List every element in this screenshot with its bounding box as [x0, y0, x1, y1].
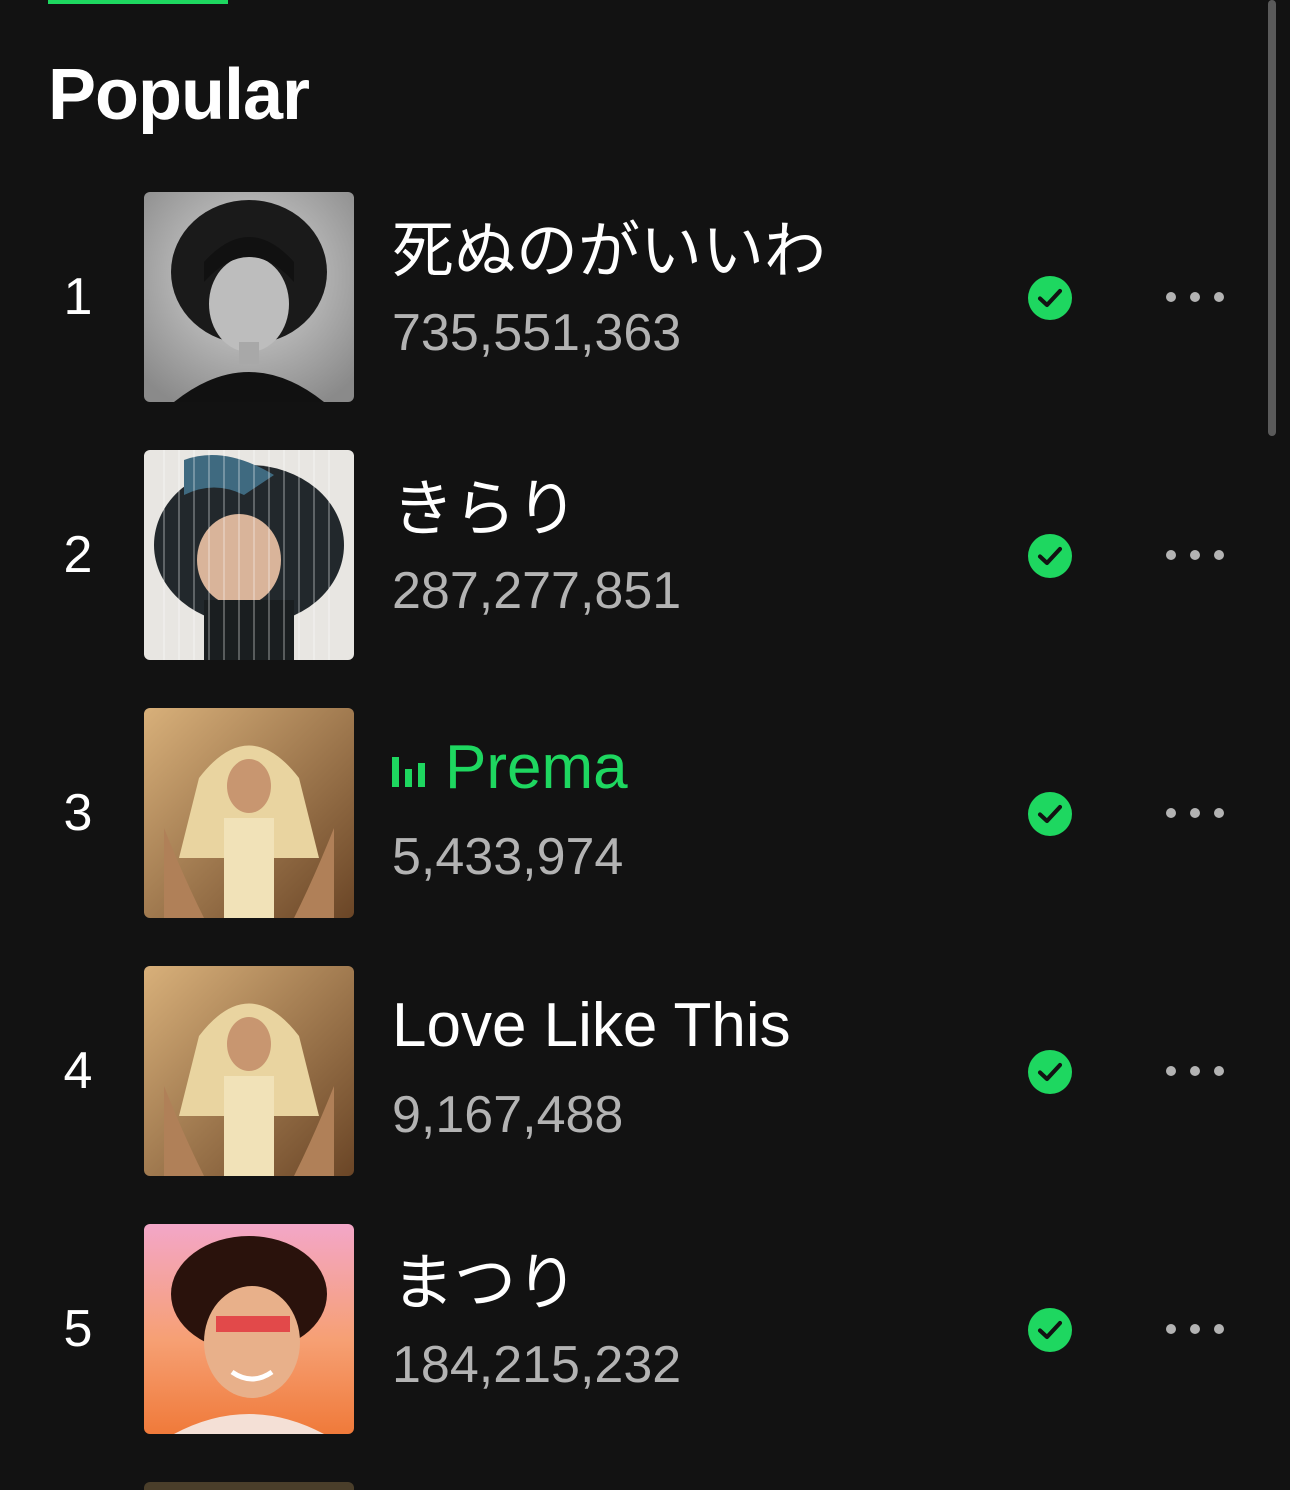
track-rank: 2 [63, 526, 93, 584]
more-options-button[interactable] [1150, 272, 1240, 322]
track-play-count: 184,215,232 [392, 1336, 682, 1394]
album-art [144, 1224, 354, 1434]
album-art [144, 708, 354, 918]
track-info: Prema 5,433,974 [392, 730, 992, 892]
more-dot [1214, 292, 1224, 302]
check-circle-icon[interactable] [1027, 1307, 1073, 1353]
next-track-art-partial [144, 1482, 354, 1490]
more-dot [1190, 550, 1200, 560]
track-title: Prema [392, 730, 992, 806]
check-circle-icon[interactable] [1027, 1049, 1073, 1095]
track-rank: 3 [63, 784, 93, 842]
track-row[interactable]: 5 まつり 184,215,232 [0, 1224, 1290, 1434]
check-circle-icon[interactable] [1027, 275, 1073, 321]
track-rank: 5 [63, 1300, 93, 1358]
track-title: 死ぬのがいいわ [392, 214, 992, 290]
track-title: きらり [392, 472, 992, 548]
album-art [144, 966, 354, 1176]
more-dot [1190, 1324, 1200, 1334]
more-options-button[interactable] [1150, 1046, 1240, 1096]
more-dot [1190, 1066, 1200, 1076]
more-dot [1214, 1324, 1224, 1334]
track-info: 死ぬのがいいわ 735,551,363 [392, 214, 992, 368]
popular-track-list: 1 死ぬのがいいわ 735,551,363 2 きらり 287,277,851 … [0, 192, 1290, 1482]
active-tab-indicator [48, 0, 228, 4]
album-art [144, 450, 354, 660]
more-horizontal-icon [1166, 292, 1176, 302]
more-dot [1214, 808, 1224, 818]
track-title-text: きらり [392, 475, 579, 544]
more-horizontal-icon [1166, 550, 1176, 560]
track-info: まつり 184,215,232 [392, 1246, 992, 1400]
more-dot [1190, 292, 1200, 302]
more-dot [1214, 1066, 1224, 1076]
track-info: きらり 287,277,851 [392, 472, 992, 626]
track-title: Love Like This [392, 988, 992, 1064]
track-play-count: 287,277,851 [392, 562, 682, 620]
artist-page: Popular 1 死ぬのがいいわ 735,551,363 2 きらり 287,… [0, 0, 1290, 1490]
track-title-text: Prema [445, 733, 628, 802]
more-options-button[interactable] [1150, 1304, 1240, 1354]
track-play-count: 5,433,974 [392, 828, 624, 886]
track-rank: 4 [63, 1042, 93, 1100]
track-row[interactable]: 3 Prema 5,433,974 [0, 708, 1290, 918]
more-horizontal-icon [1166, 808, 1176, 818]
section-title: Popular [48, 55, 310, 135]
track-play-count: 9,167,488 [392, 1086, 624, 1144]
track-title-text: まつり [392, 1249, 579, 1318]
more-options-button[interactable] [1150, 788, 1240, 838]
track-row[interactable]: 4 Love Like This 9,167,488 [0, 966, 1290, 1176]
track-row[interactable]: 2 きらり 287,277,851 [0, 450, 1290, 660]
check-circle-icon[interactable] [1027, 791, 1073, 837]
check-circle-icon[interactable] [1027, 533, 1073, 579]
more-horizontal-icon [1166, 1066, 1176, 1076]
equalizer-icon [392, 757, 431, 787]
more-options-button[interactable] [1150, 530, 1240, 580]
track-title-text: 死ぬのがいいわ [392, 217, 827, 286]
more-dot [1190, 808, 1200, 818]
track-rank: 1 [63, 268, 93, 326]
track-title-text: Love Like This [392, 991, 791, 1060]
more-horizontal-icon [1166, 1324, 1176, 1334]
track-title: まつり [392, 1246, 992, 1322]
album-art [144, 192, 354, 402]
track-row[interactable]: 1 死ぬのがいいわ 735,551,363 [0, 192, 1290, 402]
track-play-count: 735,551,363 [392, 304, 682, 362]
more-dot [1214, 550, 1224, 560]
track-info: Love Like This 9,167,488 [392, 988, 992, 1150]
